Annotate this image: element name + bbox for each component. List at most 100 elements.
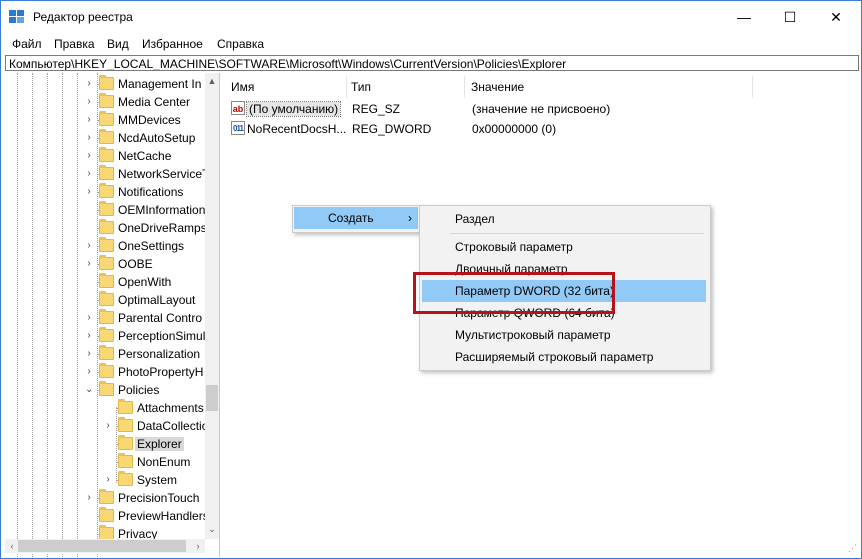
folder-icon xyxy=(99,237,114,252)
chevron-right-icon[interactable]: › xyxy=(85,241,93,251)
chevron-right-icon[interactable] xyxy=(85,205,93,215)
submenu-item-string[interactable]: Строковый параметр xyxy=(422,236,706,258)
column-header-type[interactable]: Тип xyxy=(345,76,465,98)
tree-item[interactable]: › PrecisionTouch xyxy=(5,489,205,507)
chevron-right-icon[interactable]: › xyxy=(85,259,93,269)
tree-item[interactable]: › OOBE xyxy=(5,255,205,273)
value-name: NoRecentDocsH... xyxy=(247,122,347,136)
scroll-up-arrow[interactable]: ▲ xyxy=(205,75,219,87)
tree-item-label: PhotoPropertyH xyxy=(118,365,204,379)
tree-item[interactable]: PreviewHandlers xyxy=(5,507,209,525)
tree-item[interactable]: › DataCollection xyxy=(5,417,215,435)
folder-icon xyxy=(99,291,114,306)
tree-item[interactable]: OneDriveRamps xyxy=(5,219,207,237)
chevron-right-icon[interactable]: › xyxy=(85,169,93,179)
chevron-right-icon[interactable] xyxy=(104,439,112,449)
chevron-down-icon[interactable]: ⌄ xyxy=(85,385,93,395)
tree-item[interactable]: › NetCache xyxy=(5,147,205,165)
tree-scroll-thumb[interactable] xyxy=(206,385,218,411)
chevron-right-icon[interactable]: › xyxy=(85,349,93,359)
tree-item-label: NcdAutoSetup xyxy=(118,131,196,145)
folder-icon xyxy=(99,381,114,396)
tree-item[interactable]: Explorer xyxy=(5,435,205,453)
chevron-right-icon[interactable] xyxy=(85,529,93,539)
tree-item[interactable]: › OneSettings xyxy=(5,237,205,255)
tree-item[interactable]: › Management In xyxy=(5,75,205,93)
tree-item[interactable]: › Media Center xyxy=(5,93,205,111)
column-header-name[interactable]: Имя xyxy=(225,76,347,98)
tree-vertical-scrollbar[interactable]: ▲ ⌄ xyxy=(205,73,219,539)
scroll-left-arrow[interactable]: ‹ xyxy=(5,540,19,552)
tree-item-label: Management In xyxy=(118,77,202,91)
chevron-right-icon[interactable]: › xyxy=(85,187,93,197)
submenu-item-label: Раздел xyxy=(455,212,495,226)
value-row[interactable]: 011 NoRecentDocsH... REG_DWORD 0x0000000… xyxy=(225,119,855,139)
menu-view[interactable]: Вид xyxy=(107,37,129,51)
tree-item[interactable]: OptimalLayout xyxy=(5,291,205,309)
minimize-button[interactable]: — xyxy=(721,1,767,33)
value-data: (значение не присвоено) xyxy=(472,102,611,116)
registry-tree[interactable]: › Management In › Media Center › MMDevices › Nc… xyxy=(5,73,220,557)
context-menu: Создать › xyxy=(292,205,422,233)
tree-item[interactable]: NonEnum xyxy=(5,453,205,471)
tree-item[interactable]: › PerceptionSimul xyxy=(5,327,205,345)
tree-item[interactable]: ⌄ Policies xyxy=(5,381,205,399)
chevron-right-icon[interactable] xyxy=(85,277,93,287)
chevron-right-icon[interactable]: › xyxy=(85,115,93,125)
chevron-right-icon[interactable]: › xyxy=(85,367,93,377)
menu-help[interactable]: Справка xyxy=(217,37,264,51)
tree-item[interactable]: Attachments xyxy=(5,399,205,417)
title-bar[interactable]: Редактор реестра — ☐ ✕ xyxy=(1,1,861,33)
chevron-right-icon[interactable]: › xyxy=(85,97,93,107)
scroll-right-arrow[interactable]: › xyxy=(191,540,205,552)
chevron-right-icon[interactable] xyxy=(85,223,93,233)
folder-icon xyxy=(99,273,114,288)
tree-item[interactable]: › MMDevices xyxy=(5,111,205,129)
size-grip-icon[interactable]: ⋰ xyxy=(848,543,857,554)
tree-item[interactable]: OpenWith xyxy=(5,273,205,291)
regedit-icon xyxy=(9,10,24,23)
chevron-right-icon[interactable]: › xyxy=(85,79,93,89)
tree-item-label: Notifications xyxy=(118,185,184,199)
chevron-right-icon[interactable]: › xyxy=(85,331,93,341)
window-title: Редактор реестра xyxy=(33,10,133,24)
chevron-right-icon[interactable] xyxy=(85,511,93,521)
tree-item[interactable]: › Notifications xyxy=(5,183,205,201)
chevron-right-icon[interactable]: › xyxy=(85,493,93,503)
chevron-right-icon[interactable] xyxy=(104,403,112,413)
address-bar[interactable]: Компьютер\HKEY_LOCAL_MACHINE\SOFTWARE\Mi… xyxy=(5,55,859,71)
maximize-button[interactable]: ☐ xyxy=(767,1,813,33)
close-button[interactable]: ✕ xyxy=(813,1,859,33)
tree-item[interactable]: OEMInformation xyxy=(5,201,205,219)
submenu-item-label: Строковый параметр xyxy=(455,240,573,254)
context-menu-new[interactable]: Создать › xyxy=(294,207,418,229)
menu-file[interactable]: Файл xyxy=(12,37,42,51)
tree-horizontal-scrollbar[interactable]: ‹ › xyxy=(5,539,205,553)
tree-item-label: OEMInformation xyxy=(118,203,206,217)
tree-item[interactable]: › PhotoPropertyH xyxy=(5,363,205,381)
submenu-item-multistring[interactable]: Мультистроковый параметр xyxy=(422,324,706,346)
tree-item[interactable]: › Parental Contro xyxy=(5,309,205,327)
menu-edit[interactable]: Правка xyxy=(54,37,95,51)
tree-item[interactable]: › NcdAutoSetup xyxy=(5,129,205,147)
scroll-down-arrow[interactable]: ⌄ xyxy=(205,523,219,535)
tree-item[interactable]: › Personalization xyxy=(5,345,205,363)
highlight-annotation-box xyxy=(413,272,615,314)
chevron-right-icon[interactable]: › xyxy=(104,475,112,485)
tree-item-label: OneDriveRamps xyxy=(118,221,207,235)
menu-favorites[interactable]: Избранное xyxy=(142,37,203,51)
chevron-right-icon[interactable]: › xyxy=(85,133,93,143)
chevron-right-icon[interactable] xyxy=(85,295,93,305)
tree-item[interactable]: › System xyxy=(5,471,205,489)
column-header-value[interactable]: Значение xyxy=(465,76,753,98)
chevron-right-icon[interactable]: › xyxy=(85,313,93,323)
chevron-right-icon[interactable] xyxy=(104,457,112,467)
folder-icon xyxy=(99,255,114,270)
submenu-item-key[interactable]: Раздел xyxy=(422,208,706,230)
chevron-right-icon[interactable]: › xyxy=(104,421,112,431)
submenu-item-expandable-string[interactable]: Расширяемый строковый параметр xyxy=(422,346,706,368)
value-row[interactable]: ab (По умолчанию) REG_SZ (значение не пр… xyxy=(225,99,855,119)
tree-hscroll-thumb[interactable] xyxy=(18,540,186,552)
chevron-right-icon[interactable]: › xyxy=(85,151,93,161)
tree-item[interactable]: › NetworkServiceT xyxy=(5,165,209,183)
